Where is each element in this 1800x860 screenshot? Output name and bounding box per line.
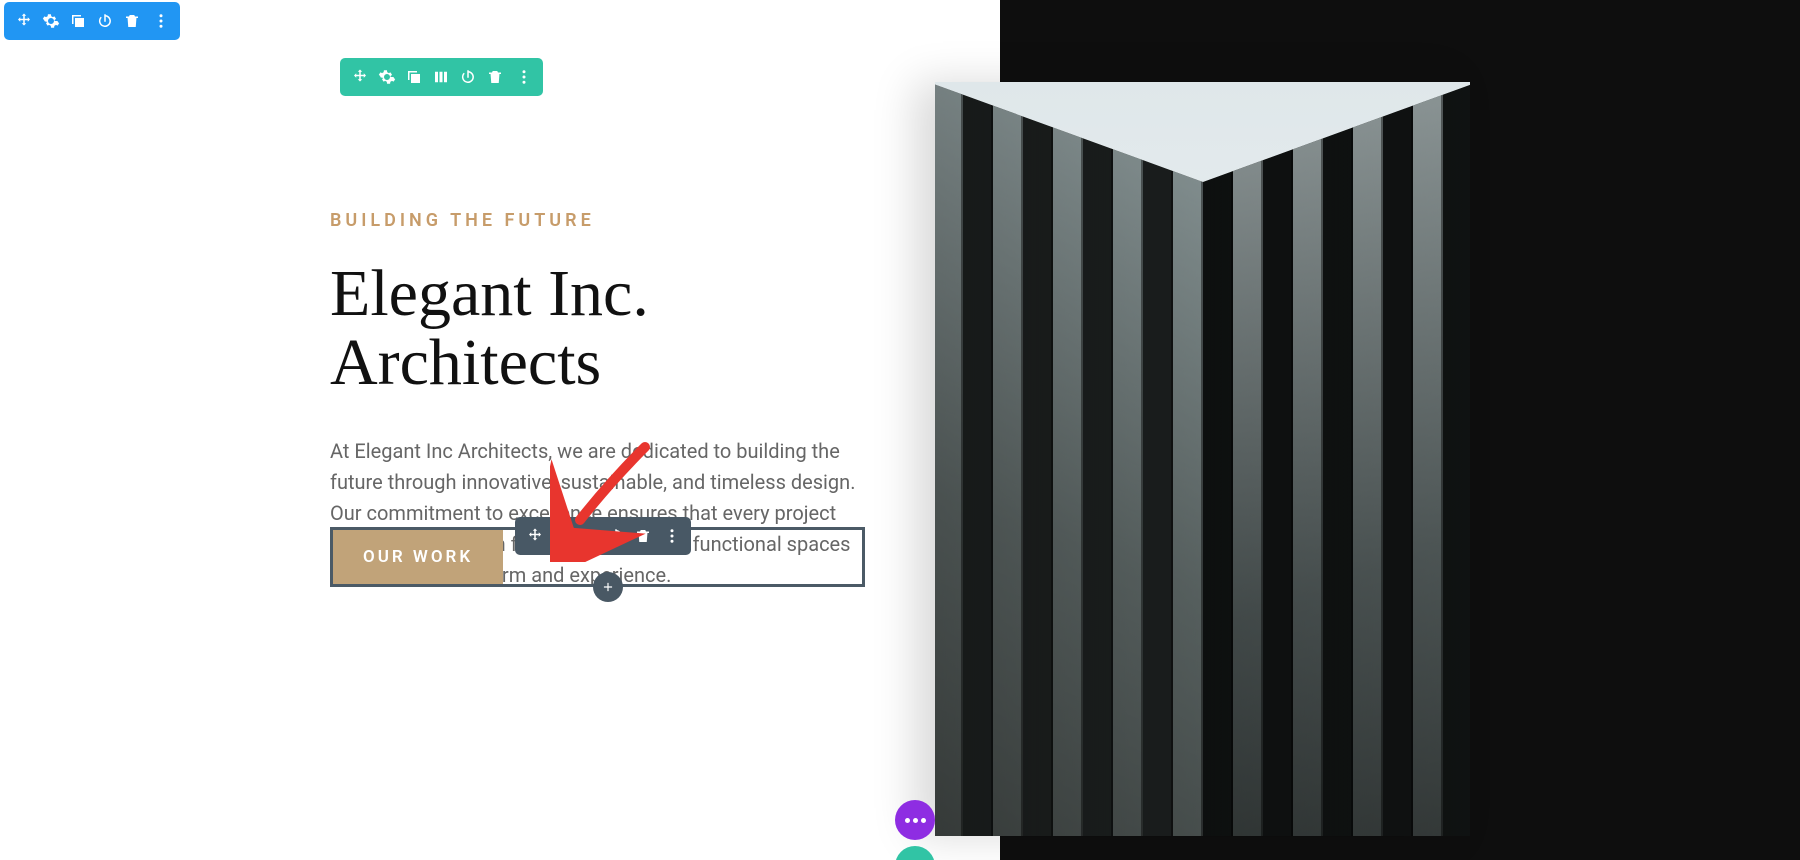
page-settings-fab[interactable]: [895, 800, 935, 840]
plus-icon: [601, 580, 615, 594]
power-icon[interactable]: [91, 2, 118, 40]
gear-icon[interactable]: [37, 2, 64, 40]
section-toolbar: [4, 2, 180, 40]
trash-icon[interactable]: [481, 58, 508, 96]
power-icon[interactable]: [454, 58, 481, 96]
builder-canvas: BUILDING THE FUTURE Elegant Inc. Archite…: [0, 0, 1800, 860]
gear-icon[interactable]: [373, 58, 400, 96]
move-icon[interactable]: [10, 2, 37, 40]
dots-icon: [905, 818, 926, 823]
hero-image: [935, 82, 1470, 836]
move-icon[interactable]: [521, 517, 548, 555]
duplicate-icon[interactable]: [400, 58, 427, 96]
columns-icon[interactable]: [427, 58, 454, 96]
duplicate-icon[interactable]: [575, 517, 602, 555]
headline-text: Elegant Inc. Architects: [330, 259, 875, 398]
row-toolbar: [340, 58, 543, 96]
more-icon[interactable]: [510, 58, 537, 96]
our-work-button[interactable]: OUR WORK: [333, 530, 503, 584]
eyebrow-text: BUILDING THE FUTURE: [330, 210, 875, 231]
power-icon[interactable]: [602, 517, 629, 555]
move-icon[interactable]: [346, 58, 373, 96]
cta-label: OUR WORK: [363, 547, 473, 567]
trash-icon[interactable]: [118, 2, 145, 40]
module-toolbar: [515, 517, 691, 555]
more-icon[interactable]: [658, 517, 685, 555]
add-row-fab[interactable]: [895, 846, 935, 860]
trash-icon[interactable]: [629, 517, 656, 555]
duplicate-icon[interactable]: [64, 2, 91, 40]
add-module-button[interactable]: [593, 572, 623, 602]
gear-icon[interactable]: [548, 517, 575, 555]
building-illustration: [935, 82, 1470, 836]
more-icon[interactable]: [147, 2, 174, 40]
